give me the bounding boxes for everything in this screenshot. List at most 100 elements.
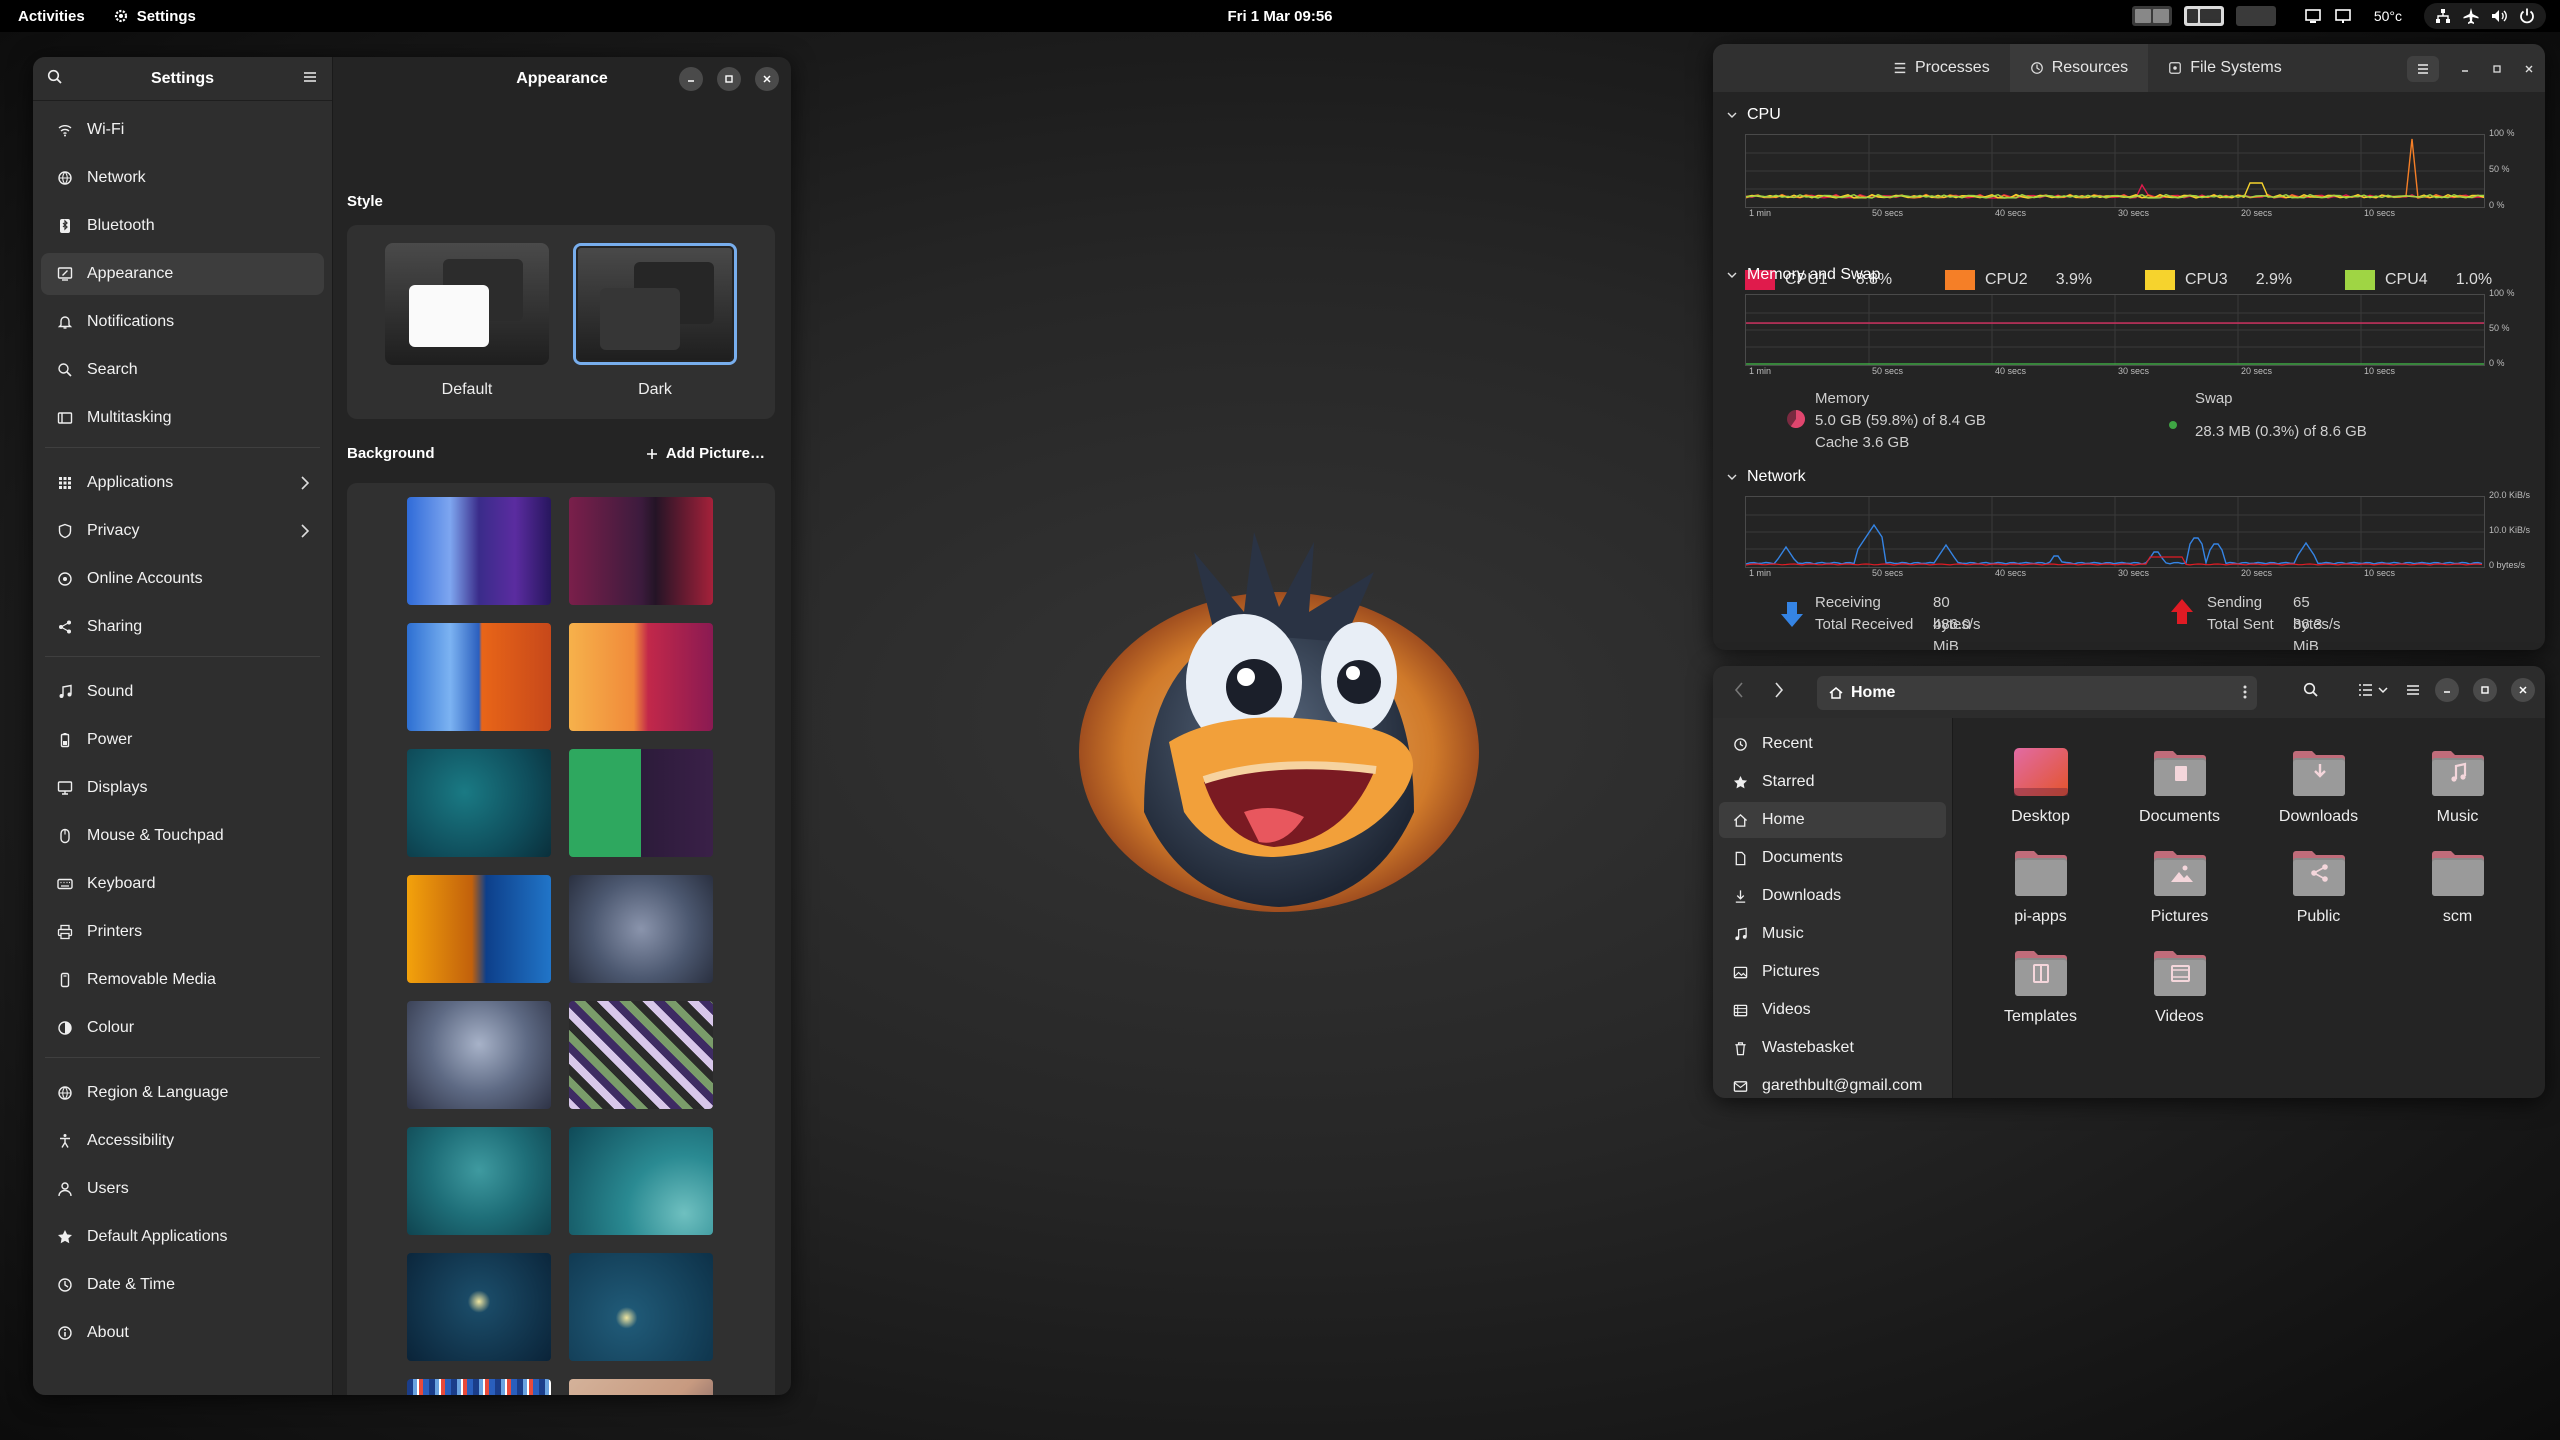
sidebar-item-about[interactable]: About <box>41 1312 324 1354</box>
sidebar-item-search[interactable]: Search <box>41 349 324 391</box>
file-item[interactable]: Public <box>2249 846 2388 926</box>
tab-processes[interactable]: Processes <box>1873 44 2010 92</box>
files-sidebar-item[interactable]: Music <box>1719 916 1946 952</box>
location-bar[interactable]: Home <box>1817 676 2257 710</box>
cpu-color-swatch[interactable] <box>1945 270 1975 290</box>
add-picture-button[interactable]: Add Picture… <box>646 445 765 462</box>
display-icon[interactable] <box>2334 7 2352 25</box>
file-item[interactable]: scm <box>2388 846 2527 926</box>
minimize-button[interactable] <box>679 67 703 91</box>
file-item[interactable]: Templates <box>1971 946 2110 1026</box>
wallpaper-tile[interactable] <box>407 1379 551 1395</box>
wallpaper-tile[interactable] <box>569 875 713 983</box>
temperature-indicator[interactable]: 50°c <box>2364 8 2412 24</box>
sidebar-item-accessibility[interactable]: Accessibility <box>41 1120 324 1162</box>
sidebar-item-multitasking[interactable]: Multitasking <box>41 397 324 439</box>
wallpaper-tile[interactable] <box>569 1253 713 1361</box>
sidebar-item-bluetooth[interactable]: Bluetooth <box>41 205 324 247</box>
cpu-legend-item[interactable]: CPU3 2.9% <box>2145 270 2345 290</box>
sidebar-item-online-accounts[interactable]: Online Accounts <box>41 558 324 600</box>
file-item[interactable]: Music <box>2388 746 2527 826</box>
wallpaper-tile[interactable] <box>407 1253 551 1361</box>
sidebar-item-power[interactable]: Power <box>41 719 324 761</box>
file-item[interactable]: Pictures <box>2110 846 2249 926</box>
activities-button[interactable]: Activities <box>18 8 85 25</box>
sidebar-item-default-applications[interactable]: Default Applications <box>41 1216 324 1258</box>
files-sidebar-item[interactable]: Downloads <box>1719 878 1946 914</box>
cpu-legend-item[interactable]: CPU2 3.9% <box>1945 270 2145 290</box>
files-sidebar-item[interactable]: garethbult@gmail.com <box>1719 1068 1946 1098</box>
file-item[interactable]: pi-apps <box>1971 846 2110 926</box>
tab-resources[interactable]: Resources <box>2009 44 2149 92</box>
files-sidebar-item[interactable]: Home <box>1719 802 1946 838</box>
minimize-button[interactable] <box>2459 63 2471 75</box>
hamburger-menu-icon[interactable] <box>2407 56 2439 82</box>
sidebar-item-sharing[interactable]: Sharing <box>41 606 324 648</box>
wallpaper-tile[interactable] <box>569 1127 713 1235</box>
sidebar-item-colour[interactable]: Colour <box>41 1007 324 1049</box>
style-dark-option[interactable]: Dark <box>573 243 737 399</box>
wallpaper-tile[interactable] <box>407 623 551 731</box>
file-item[interactable]: Videos <box>2110 946 2249 1026</box>
files-sidebar-item[interactable]: Wastebasket <box>1719 1030 1946 1066</box>
system-menu-button[interactable] <box>2424 3 2546 29</box>
workspace-2[interactable] <box>2183 6 2224 26</box>
memory-section-toggle[interactable]: Memory and Swap <box>1727 266 1880 284</box>
cpu-color-swatch[interactable] <box>2345 270 2375 290</box>
files-sidebar-item[interactable]: Starred <box>1719 764 1946 800</box>
sidebar-item-applications[interactable]: Applications <box>41 462 324 504</box>
sidebar-item-sound[interactable]: Sound <box>41 671 324 713</box>
close-button[interactable] <box>2523 63 2535 75</box>
wallpaper-tile[interactable] <box>407 497 551 605</box>
forward-button[interactable] <box>1773 681 1785 699</box>
app-menu-button[interactable]: Settings <box>113 8 196 25</box>
cpu-legend-item[interactable]: CPU4 1.0% <box>2345 270 2545 290</box>
file-item[interactable]: Downloads <box>2249 746 2388 826</box>
network-section-toggle[interactable]: Network <box>1727 468 1806 486</box>
search-icon[interactable] <box>47 69 63 85</box>
sidebar-item-mouse-touchpad[interactable]: Mouse & Touchpad <box>41 815 324 857</box>
sidebar-item-region-language[interactable]: Region & Language <box>41 1072 324 1114</box>
wallpaper-tile[interactable] <box>407 875 551 983</box>
wallpaper-tile[interactable] <box>569 749 713 857</box>
files-sidebar-item[interactable]: Recent <box>1719 726 1946 762</box>
file-item[interactable]: Desktop <box>1971 746 2110 826</box>
sidebar-item-printers[interactable]: Printers <box>41 911 324 953</box>
maximize-button[interactable] <box>717 67 741 91</box>
close-button[interactable] <box>755 67 779 91</box>
sidebar-item-network[interactable]: Network <box>41 157 324 199</box>
wallpaper-tile[interactable] <box>407 1001 551 1109</box>
sidebar-item-users[interactable]: Users <box>41 1168 324 1210</box>
sidebar-item-keyboard[interactable]: Keyboard <box>41 863 324 905</box>
sidebar-item-displays[interactable]: Displays <box>41 767 324 809</box>
search-icon[interactable] <box>2303 682 2319 698</box>
wallpaper-tile[interactable] <box>569 497 713 605</box>
workspace-1[interactable] <box>2131 6 2172 26</box>
clock[interactable]: Fri 1 Mar 09:56 <box>1227 0 1332 32</box>
workspace-3[interactable] <box>2235 6 2276 26</box>
files-sidebar-item[interactable]: Pictures <box>1719 954 1946 990</box>
screen-icon[interactable] <box>2304 7 2322 25</box>
maximize-button[interactable] <box>2491 63 2503 75</box>
tab-file-systems[interactable]: File Systems <box>2148 44 2302 92</box>
sidebar-item-privacy[interactable]: Privacy <box>41 510 324 552</box>
back-button[interactable] <box>1733 681 1745 699</box>
cpu-color-swatch[interactable] <box>2145 270 2175 290</box>
wallpaper-tile[interactable] <box>569 623 713 731</box>
hamburger-menu-icon[interactable] <box>2405 682 2421 698</box>
files-sidebar-item[interactable]: Documents <box>1719 840 1946 876</box>
maximize-button[interactable] <box>2473 678 2497 702</box>
file-item[interactable]: Documents <box>2110 746 2249 826</box>
more-options-icon[interactable] <box>2243 684 2247 700</box>
hamburger-menu-icon[interactable] <box>302 69 318 85</box>
minimize-button[interactable] <box>2435 678 2459 702</box>
wallpaper-tile[interactable] <box>569 1379 713 1395</box>
wallpaper-tile[interactable] <box>407 749 551 857</box>
wallpaper-tile[interactable] <box>407 1127 551 1235</box>
sidebar-item-wi-fi[interactable]: Wi-Fi <box>41 109 324 151</box>
sidebar-item-notifications[interactable]: Notifications <box>41 301 324 343</box>
files-sidebar-item[interactable]: Videos <box>1719 992 1946 1028</box>
wallpaper-tile[interactable] <box>569 1001 713 1109</box>
view-options-icon[interactable] <box>2357 682 2391 698</box>
cpu-section-toggle[interactable]: CPU <box>1727 106 1781 124</box>
